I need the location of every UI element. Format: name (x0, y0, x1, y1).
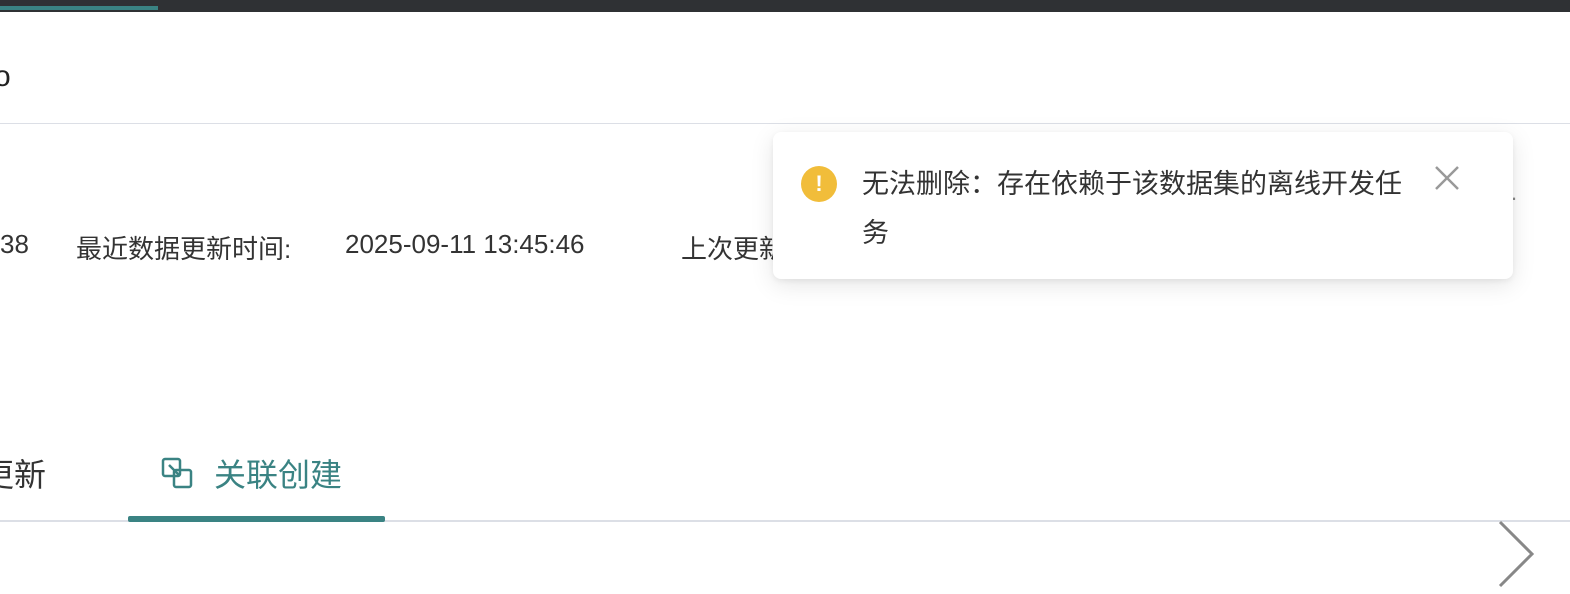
page-title: o (0, 60, 11, 93)
tab-bar: 更新 关联创建 (0, 430, 1570, 522)
tab-link-create-label: 关联创建 (214, 457, 343, 493)
last-update-label: 上次更新 (681, 234, 786, 264)
recent-update-label: 最近数据更新时间: (76, 234, 292, 264)
active-tab-indicator (128, 516, 385, 522)
close-icon[interactable] (1433, 164, 1461, 192)
link-create-icon (161, 457, 193, 489)
recent-update-time: 2025-09-11 13:45:46 (345, 229, 585, 259)
top-progress-indicator (0, 6, 158, 10)
meta-value: 38 (0, 229, 29, 259)
warning-toast: ! 无法删除：存在依赖于该数据集的离线开发任务 (773, 132, 1513, 279)
toast-message: 无法删除：存在依赖于该数据集的离线开发任务 (862, 169, 1402, 248)
tab-update-label: 更新 (0, 457, 47, 493)
tab-link-create[interactable]: 关联创建 (160, 450, 342, 496)
top-bar (0, 0, 1570, 12)
tab-update[interactable]: 更新 (0, 450, 46, 496)
page-header: o (0, 12, 1570, 124)
exclamation-icon: ! (801, 166, 837, 202)
chevron-right-icon[interactable] (1492, 514, 1542, 594)
